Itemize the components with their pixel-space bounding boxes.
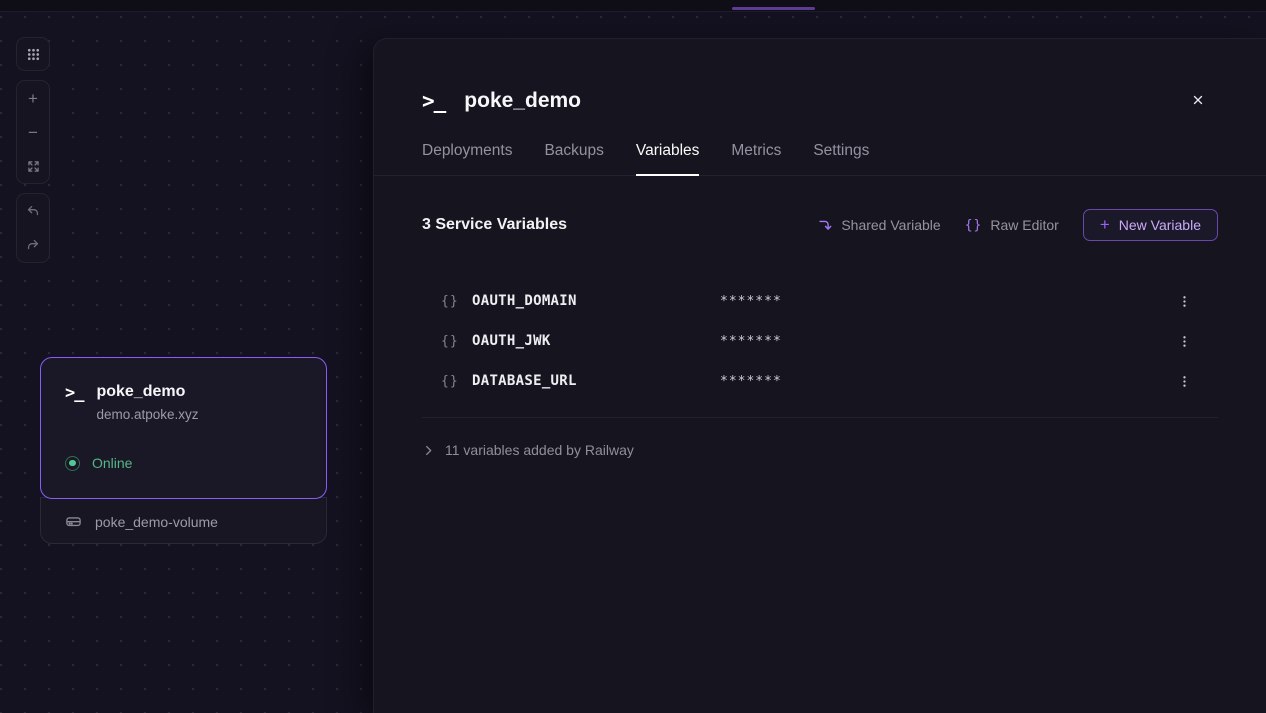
hard-drive-icon bbox=[65, 513, 82, 530]
close-icon bbox=[1191, 93, 1205, 107]
tab-deployments[interactable]: Deployments bbox=[422, 142, 512, 175]
variable-name: OAUTH_DOMAIN bbox=[472, 293, 720, 309]
braces-icon: {} bbox=[441, 334, 472, 349]
tab-backups[interactable]: Backups bbox=[544, 142, 603, 175]
variable-menu-button[interactable] bbox=[1172, 329, 1196, 353]
chevron-right-icon bbox=[422, 444, 435, 457]
top-bar bbox=[0, 0, 1266, 12]
status-dot-icon bbox=[65, 456, 80, 471]
expand-icon bbox=[26, 159, 41, 174]
terminal-icon: >_ bbox=[422, 89, 445, 113]
panel-title: poke_demo bbox=[464, 89, 581, 113]
divider bbox=[422, 417, 1218, 418]
braces-icon: {} bbox=[965, 218, 983, 233]
shared-variable-label: Shared Variable bbox=[841, 217, 940, 233]
minus-icon: − bbox=[28, 124, 38, 141]
service-card-main[interactable]: >_ poke_demo demo.atpoke.xyz Online bbox=[40, 357, 327, 499]
undo-button[interactable] bbox=[17, 194, 49, 228]
service-detail-panel: >_ poke_demo Deployments Backups Variabl… bbox=[373, 38, 1266, 713]
variable-menu-button[interactable] bbox=[1172, 369, 1196, 393]
status-label: Online bbox=[92, 455, 132, 471]
variable-row[interactable]: {} OAUTH_JWK ******* bbox=[422, 321, 1218, 361]
fit-view-button[interactable] bbox=[17, 149, 49, 183]
variable-value-masked[interactable]: ******* bbox=[720, 374, 782, 389]
terminal-icon: >_ bbox=[65, 383, 83, 403]
plus-icon: + bbox=[28, 90, 38, 107]
service-name: poke_demo bbox=[96, 381, 198, 402]
undo-icon bbox=[25, 203, 41, 219]
grid-icon bbox=[25, 46, 42, 63]
variable-row[interactable]: {} OAUTH_DOMAIN ******* bbox=[422, 281, 1218, 321]
braces-icon: {} bbox=[441, 374, 472, 389]
redo-button[interactable] bbox=[17, 228, 49, 262]
raw-editor-label: Raw Editor bbox=[990, 217, 1058, 233]
railway-variables-toggle[interactable]: 11 variables added by Railway bbox=[422, 436, 1218, 464]
layout-grid-button[interactable] bbox=[16, 37, 50, 71]
kebab-menu-icon bbox=[1177, 334, 1192, 349]
shared-variable-button[interactable]: Shared Variable bbox=[817, 217, 940, 233]
canvas-toolbar: + − bbox=[16, 37, 50, 263]
braces-icon: {} bbox=[441, 294, 472, 309]
zoom-out-button[interactable]: − bbox=[17, 115, 49, 149]
new-variable-label: New Variable bbox=[1119, 217, 1201, 233]
tab-settings[interactable]: Settings bbox=[813, 142, 869, 175]
panel-tabs: Deployments Backups Variables Metrics Se… bbox=[374, 142, 1266, 176]
close-panel-button[interactable] bbox=[1184, 86, 1212, 114]
railway-variables-label: 11 variables added by Railway bbox=[445, 442, 634, 458]
zoom-controls: + − bbox=[16, 80, 50, 184]
variables-section-title: 3 Service Variables bbox=[422, 216, 567, 234]
variable-row[interactable]: {} DATABASE_URL ******* bbox=[422, 361, 1218, 401]
top-accent-line bbox=[732, 7, 815, 10]
variable-name: DATABASE_URL bbox=[472, 373, 720, 389]
variable-value-masked[interactable]: ******* bbox=[720, 334, 782, 349]
history-controls bbox=[16, 193, 50, 263]
shared-variable-arrow-icon bbox=[817, 217, 833, 233]
plus-icon: + bbox=[1100, 216, 1110, 233]
variables-list: {} OAUTH_DOMAIN ******* {} OAUTH_JWK ***… bbox=[422, 281, 1218, 401]
redo-icon bbox=[25, 237, 41, 253]
raw-editor-button[interactable]: {} Raw Editor bbox=[965, 217, 1059, 233]
zoom-in-button[interactable]: + bbox=[17, 81, 49, 115]
new-variable-button[interactable]: + New Variable bbox=[1083, 209, 1218, 241]
tab-variables[interactable]: Variables bbox=[636, 142, 699, 175]
volume-attachment[interactable]: poke_demo-volume bbox=[40, 497, 327, 544]
variable-name: OAUTH_JWK bbox=[472, 333, 720, 349]
kebab-menu-icon bbox=[1177, 294, 1192, 309]
service-domain[interactable]: demo.atpoke.xyz bbox=[96, 406, 198, 424]
tab-metrics[interactable]: Metrics bbox=[731, 142, 781, 175]
variable-menu-button[interactable] bbox=[1172, 289, 1196, 313]
kebab-menu-icon bbox=[1177, 374, 1192, 389]
variable-value-masked[interactable]: ******* bbox=[720, 294, 782, 309]
service-card-poke-demo: >_ poke_demo demo.atpoke.xyz Online bbox=[40, 357, 327, 544]
volume-name: poke_demo-volume bbox=[95, 514, 218, 530]
